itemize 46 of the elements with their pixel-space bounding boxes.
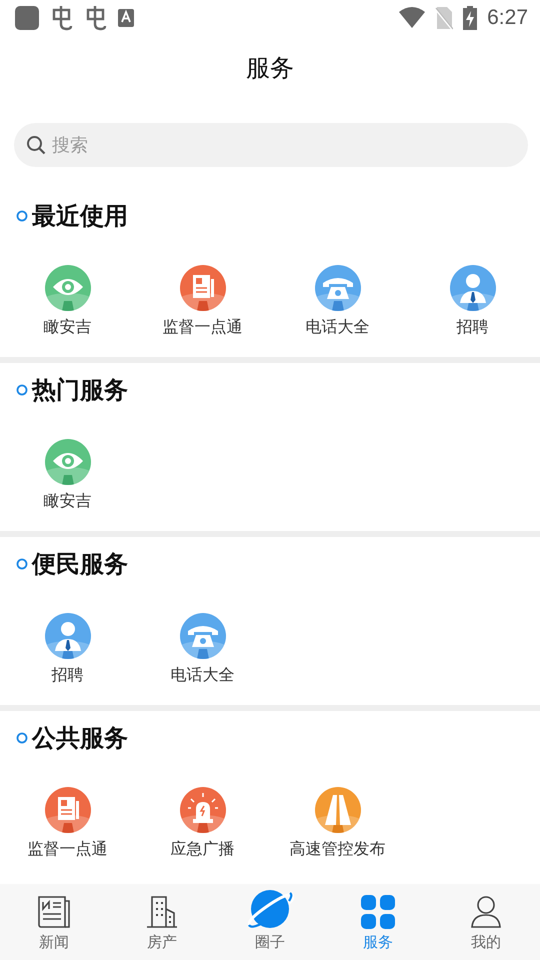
document-icon <box>44 787 90 833</box>
tab-bar-item[interactable]: 我的 <box>432 884 540 960</box>
service-item[interactable]: 应急广播 <box>135 787 270 860</box>
page-title: 服务 <box>246 53 294 84</box>
wifi-icon <box>399 7 426 29</box>
bug-icon <box>84 5 108 31</box>
service-item[interactable]: 高速管控发布 <box>270 787 405 860</box>
person-icon <box>470 895 502 929</box>
telephone-icon <box>314 265 360 311</box>
eye-icon <box>44 265 90 311</box>
service-item[interactable]: 监督一点通 <box>0 787 135 860</box>
road-icon <box>314 787 360 833</box>
clock-time: 6:27 <box>487 6 528 30</box>
section-title: 最近使用 <box>32 201 128 232</box>
telephone-icon <box>180 613 226 659</box>
battery-charging-icon <box>463 6 478 30</box>
section-title: 公共服务 <box>32 723 128 754</box>
service-item[interactable]: 电话大全 <box>270 265 405 338</box>
service-item[interactable]: 招聘 <box>0 613 135 686</box>
siren-icon <box>180 787 226 833</box>
grid-icon <box>361 895 395 929</box>
circle-bullet-icon <box>16 732 28 744</box>
service-item[interactable]: 瞰安吉 <box>0 439 135 512</box>
section-title: 便民服务 <box>32 549 128 580</box>
service-item[interactable]: 电话大全 <box>135 613 270 686</box>
newspaper-icon <box>37 895 71 929</box>
building-icon <box>146 895 178 929</box>
tab-bar-item[interactable]: 新闻 <box>0 884 108 960</box>
person-icon <box>44 613 90 659</box>
document-icon <box>180 265 226 311</box>
service-item[interactable]: 招聘 <box>405 265 540 338</box>
tab-bar-item[interactable]: 圈子 <box>216 884 324 960</box>
app-icon <box>14 5 40 31</box>
circle-bullet-icon <box>16 210 28 222</box>
search-field[interactable]: 搜索 <box>14 123 528 167</box>
circle-bullet-icon <box>16 384 28 396</box>
circle-bullet-icon <box>16 558 28 570</box>
bug-icon <box>50 5 74 31</box>
font-icon <box>118 9 134 27</box>
section-title: 热门服务 <box>32 375 128 406</box>
service-item[interactable]: 瞰安吉 <box>0 265 135 338</box>
tab-bar-item[interactable]: 房产 <box>108 884 216 960</box>
service-item[interactable]: 监督一点通 <box>135 265 270 338</box>
no-sim-icon <box>435 6 454 30</box>
eye-icon <box>44 439 90 485</box>
person-icon <box>450 265 496 311</box>
